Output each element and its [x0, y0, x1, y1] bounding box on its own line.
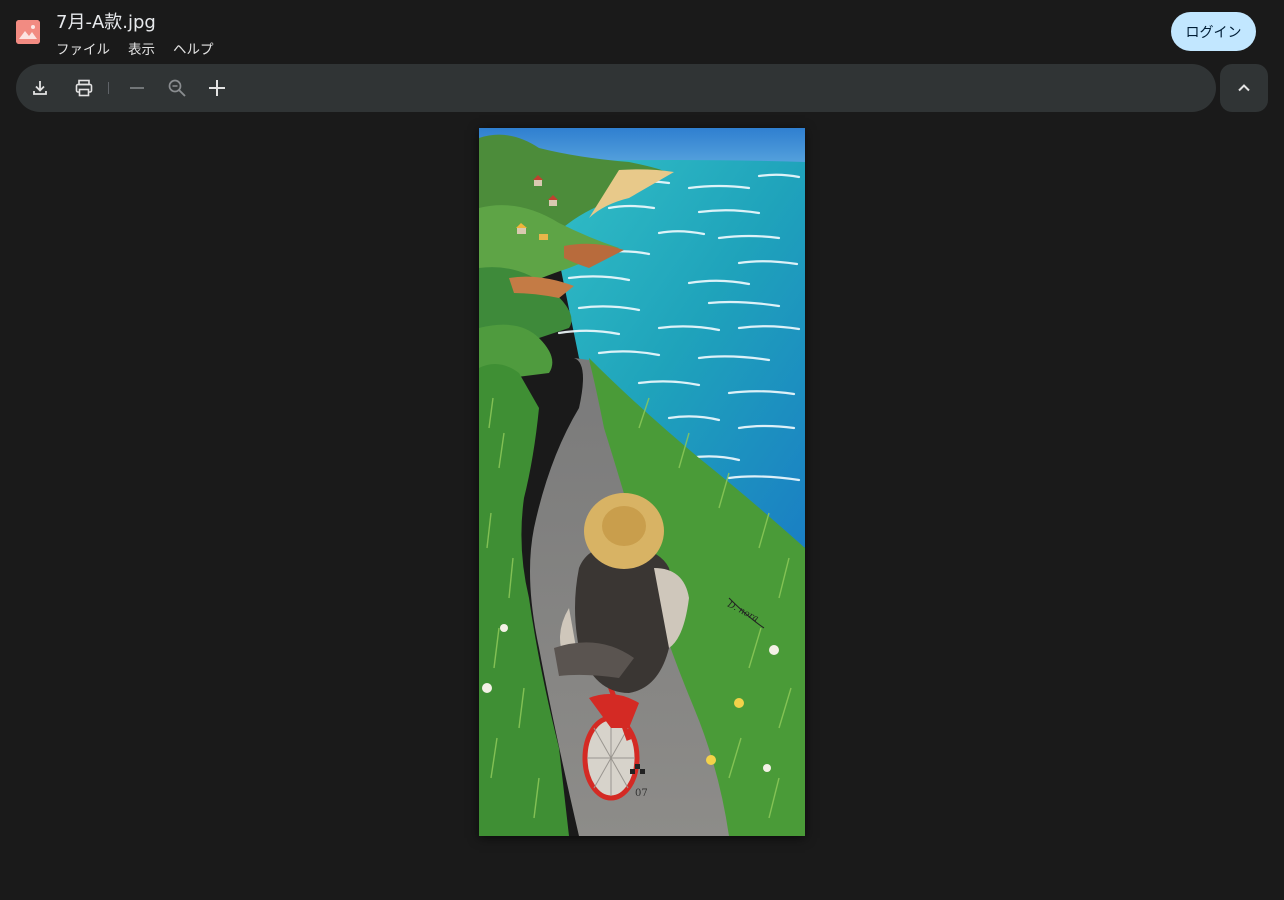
download-button[interactable]: [26, 74, 54, 102]
viewer-toolbar: [16, 64, 1216, 112]
watercolor-painting: 07 D. nora: [479, 128, 805, 836]
menu-view[interactable]: 表示: [128, 38, 155, 58]
print-icon: [75, 79, 93, 97]
zoom-reset-button[interactable]: [163, 74, 191, 102]
menu-bar: ファイル 表示 ヘルプ: [56, 38, 214, 58]
collapse-toolbar-button[interactable]: [1220, 64, 1268, 112]
image-preview: 07 D. nora: [479, 128, 805, 836]
app-header: 7月-A款.jpg ファイル 表示 ヘルプ ログイン: [0, 0, 1284, 62]
toolbar-divider: [108, 82, 109, 94]
download-icon: [33, 81, 47, 95]
zoom-reset-icon: [168, 79, 186, 97]
zoom-out-minus-icon: [130, 87, 144, 89]
file-title: 7月-A款.jpg: [56, 12, 156, 33]
image-icon: [16, 20, 40, 44]
page-number: 07: [635, 788, 648, 799]
login-button[interactable]: ログイン: [1171, 12, 1256, 51]
zoom-out-button[interactable]: [123, 74, 151, 102]
print-button[interactable]: [70, 74, 98, 102]
menu-file[interactable]: ファイル: [56, 38, 110, 58]
zoom-in-button[interactable]: [203, 74, 231, 102]
zoom-in-plus-icon: [209, 80, 225, 96]
chevron-up-icon: [1238, 84, 1250, 92]
menu-help[interactable]: ヘルプ: [173, 38, 214, 58]
